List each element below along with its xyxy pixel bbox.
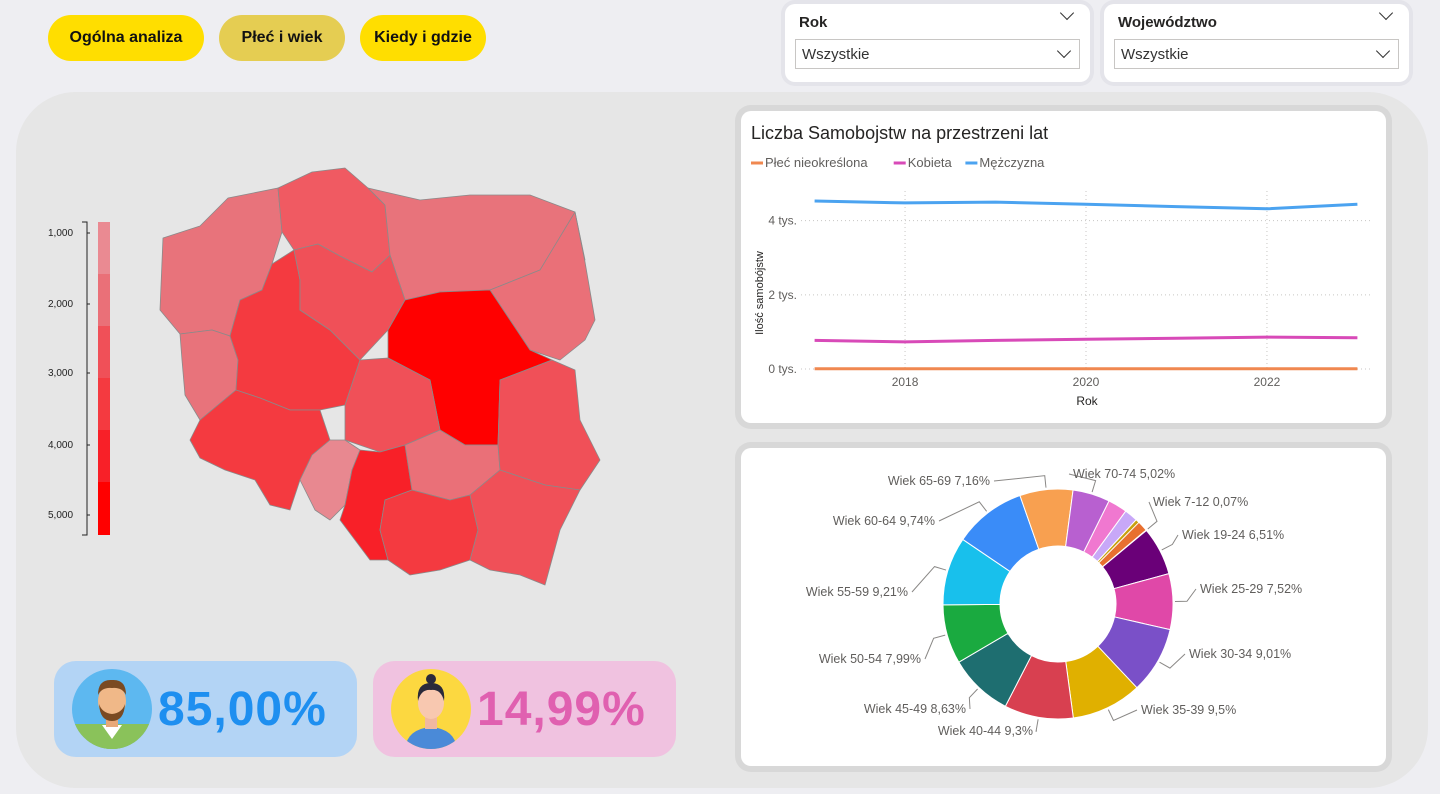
region-filter-value: Wszystkie <box>1121 45 1189 63</box>
slice-leader-line <box>993 475 1047 488</box>
x-tick-label: 2020 <box>1073 375 1100 389</box>
legend-step <box>98 222 110 274</box>
nav-button-kiedy-i-gdzie[interactable]: Kiedy i gdzie <box>360 15 486 61</box>
poland-map[interactable] <box>150 165 610 595</box>
nav-button-ogolna-analiza[interactable]: Ogólna analiza <box>48 15 204 61</box>
nav-button-plec-i-wiek[interactable]: Płeć i wiek <box>219 15 345 61</box>
y-tick-label: 2 tys. <box>768 288 797 302</box>
chevron-down-icon[interactable] <box>1056 43 1072 59</box>
y-tick-label: 4 tys. <box>768 214 797 228</box>
y-tick-label: 0 tys. <box>768 362 797 376</box>
slice-label: Wiek 70-74 5,02% <box>1073 467 1175 481</box>
slice-leader-line <box>1159 653 1186 669</box>
kpi-male-share: 85,00% <box>54 661 357 757</box>
region-filter-header[interactable]: Województwo <box>1114 5 1399 33</box>
chevron-down-icon[interactable] <box>1375 43 1391 59</box>
slice-label: Wiek 60-64 9,74% <box>833 514 935 528</box>
region-malopolskie[interactable] <box>379 489 479 576</box>
legend-step <box>98 430 110 482</box>
legend-step <box>98 326 110 378</box>
slice-label: Wiek 19-24 6,51% <box>1182 528 1284 542</box>
slice-leader-line <box>1035 719 1039 732</box>
legend-tick: 1,000 <box>48 228 73 239</box>
y-axis-label: Ilość samobójstw <box>754 251 766 335</box>
chart-title: Liczba Samobojstw na przestrzeni lat <box>751 123 1048 143</box>
female-avatar-icon <box>391 669 471 749</box>
slice-leader-line <box>968 688 978 710</box>
x-tick-label: 2022 <box>1254 375 1281 389</box>
line-chart[interactable]: Liczba Samobojstw na przestrzeni lat Płe… <box>741 111 1386 423</box>
region-filter-title: Województwo <box>1118 14 1217 31</box>
slice-label: Wiek 65-69 7,16% <box>888 474 990 488</box>
year-filter-value: Wszystkie <box>802 45 870 63</box>
slice-label: Wiek 35-39 9,5% <box>1141 703 1236 717</box>
slice-label: Wiek 25-29 7,52% <box>1200 582 1302 596</box>
slice-leader-line <box>911 566 947 593</box>
slice-leader-line <box>938 501 988 522</box>
series-line[interactable] <box>814 335 1358 344</box>
slice-leader-line <box>1174 588 1197 603</box>
legend-tick: 5,000 <box>48 510 73 521</box>
chevron-down-icon[interactable] <box>1059 5 1075 21</box>
slice-leader-line <box>924 634 946 660</box>
x-axis-label: Rok <box>1076 394 1098 408</box>
legend-entry[interactable]: Płeć nieokreślona <box>765 155 868 170</box>
region-lubelskie[interactable] <box>497 359 601 491</box>
chevron-down-icon[interactable] <box>1378 5 1394 21</box>
kpi-female-share: 14,99% <box>373 661 676 757</box>
legend-step <box>98 274 110 326</box>
year-filter-header[interactable]: Rok <box>795 5 1080 33</box>
year-filter[interactable]: Rok Wszystkie <box>785 4 1090 82</box>
line-chart-card: Liczba Samobojstw na przestrzeni lat Płe… <box>741 111 1386 423</box>
region-podkarpackie[interactable] <box>469 469 581 586</box>
region-filter-dropdown[interactable]: Wszystkie <box>1114 39 1399 69</box>
slice-leader-line <box>1107 709 1138 722</box>
kpi-male-value: 85,00% <box>158 682 327 736</box>
x-tick-label: 2018 <box>892 375 919 389</box>
legend-tick: 3,000 <box>48 368 73 379</box>
legend-entry[interactable]: Kobieta <box>908 155 953 170</box>
slice-leader-line <box>1161 534 1179 551</box>
legend-step <box>98 378 110 430</box>
donut-chart[interactable]: Wiek 7-12 0,07% Wiek 19-24 6,51% Wiek 25-2… <box>741 448 1386 766</box>
slice-label: Wiek 55-59 9,21% <box>806 585 908 599</box>
legend-step <box>98 482 110 535</box>
slice-label: Wiek 50-54 7,99% <box>819 652 921 666</box>
male-avatar-icon <box>72 669 152 749</box>
slice-label: Wiek 40-44 9,3% <box>938 724 1033 738</box>
region-filter[interactable]: Województwo Wszystkie <box>1104 4 1409 82</box>
kpi-female-value: 14,99% <box>477 682 646 736</box>
map-color-legend: 1,000 2,000 3,000 4,000 5,000 <box>48 221 110 536</box>
legend-entry[interactable]: Mężczyzna <box>979 155 1045 170</box>
year-filter-title: Rok <box>799 14 828 31</box>
slice-label: Wiek 30-34 9,01% <box>1189 647 1291 661</box>
donut-chart-card: Wiek 7-12 0,07% Wiek 19-24 6,51% Wiek 25-2… <box>741 448 1386 766</box>
slice-label: Wiek 7-12 0,07% <box>1153 495 1248 509</box>
year-filter-dropdown[interactable]: Wszystkie <box>795 39 1080 69</box>
legend-tick: 4,000 <box>48 440 73 451</box>
slice-label: Wiek 45-49 8,63% <box>864 702 966 716</box>
legend-tick: 2,000 <box>48 299 73 310</box>
